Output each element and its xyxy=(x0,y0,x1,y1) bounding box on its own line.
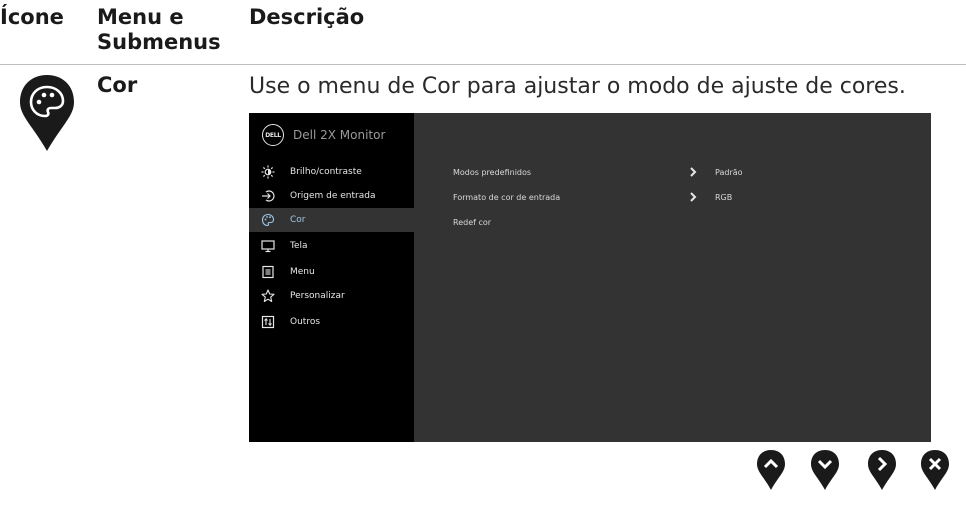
input-source-icon xyxy=(260,188,276,204)
menu-name: Cor xyxy=(97,73,138,97)
osd-nav-label: Menu xyxy=(290,267,315,277)
setting-value: Padrão xyxy=(715,167,743,177)
palette-icon xyxy=(260,212,276,228)
osd-nav-color[interactable]: Cor xyxy=(249,208,414,232)
chevron-right-icon xyxy=(690,192,697,202)
menu-icon xyxy=(260,264,276,280)
up-button-icon[interactable] xyxy=(755,448,787,492)
osd-header: DELL Dell 2X Monitor xyxy=(262,123,385,147)
osd-nav-label: Outros xyxy=(290,317,321,327)
osd-nav-label: Brilho/contraste xyxy=(290,167,362,177)
display-icon xyxy=(260,238,276,254)
brightness-icon xyxy=(260,164,276,180)
osd-sidebar: DELL Dell 2X Monitor Brilho/contraste Or… xyxy=(249,113,414,442)
osd-nav-others[interactable]: Outros xyxy=(249,310,414,334)
osd-nav-display[interactable]: Tela xyxy=(249,234,414,258)
setting-label: Redef cor xyxy=(453,217,492,227)
osd-nav-label: Personalizar xyxy=(290,291,345,301)
osd-screenshot: DELL Dell 2X Monitor Brilho/contraste Or… xyxy=(249,113,931,442)
setting-value: RGB xyxy=(715,192,733,202)
header-divider xyxy=(0,64,966,65)
osd-nav-label: Tela xyxy=(290,241,308,251)
osd-nav-label: Cor xyxy=(290,215,306,225)
down-button-icon[interactable] xyxy=(809,448,841,492)
setting-label: Formato de cor de entrada xyxy=(453,192,561,202)
osd-nav-brightness[interactable]: Brilho/contraste xyxy=(249,160,414,184)
osd-nav-label: Origem de entrada xyxy=(290,191,376,201)
palette-pin-icon xyxy=(20,75,74,151)
osd-nav-input-source[interactable]: Origem de entrada xyxy=(249,184,414,208)
right-button-icon[interactable] xyxy=(866,448,898,492)
others-icon xyxy=(260,314,276,330)
setting-label: Modos predefinidos xyxy=(453,167,532,177)
osd-nav-menu[interactable]: Menu xyxy=(249,260,414,284)
dell-logo: DELL xyxy=(262,124,284,146)
column-header-icon: Ícone xyxy=(0,5,64,29)
menu-description: Use o menu de Cor para ajustar o modo de… xyxy=(249,74,906,99)
column-header-description: Descrição xyxy=(249,5,365,29)
monitor-title: Dell 2X Monitor xyxy=(293,128,386,142)
osd-nav-personalize[interactable]: Personalizar xyxy=(249,284,414,308)
osd-setting-input-color-format[interactable]: Formato de cor de entrada RGB xyxy=(453,188,923,206)
star-icon xyxy=(260,288,276,304)
column-header-menu: Menu e Submenus xyxy=(97,5,221,54)
osd-setting-reset-color[interactable]: Redef cor xyxy=(453,213,923,231)
osd-setting-preset-modes[interactable]: Modos predefinidos Padrão xyxy=(453,163,923,181)
chevron-right-icon xyxy=(690,167,697,177)
close-button-icon[interactable] xyxy=(919,448,951,492)
